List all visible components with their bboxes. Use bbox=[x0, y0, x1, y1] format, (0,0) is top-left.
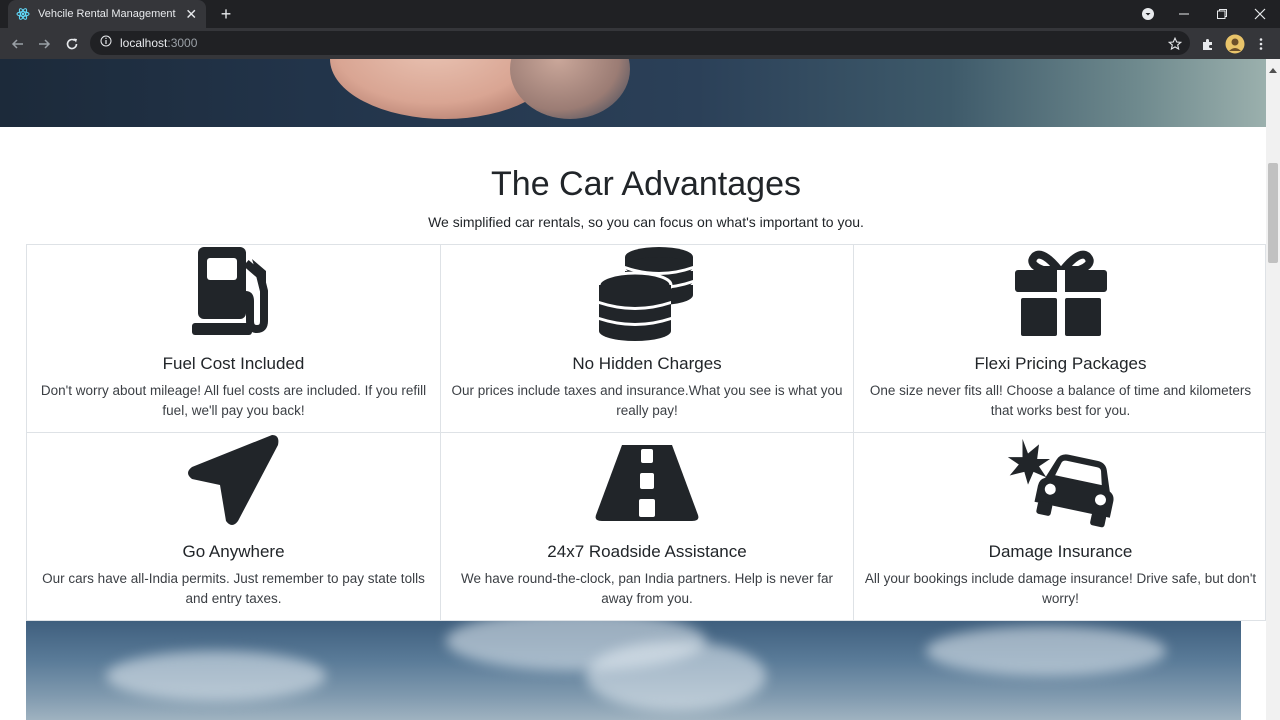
feature-title: Damage Insurance bbox=[988, 542, 1133, 561]
close-window-icon[interactable] bbox=[1250, 4, 1270, 24]
location-arrow-icon bbox=[179, 433, 289, 528]
cloud-shape bbox=[586, 641, 766, 711]
feature-title: Flexi Pricing Packages bbox=[974, 354, 1147, 373]
tab-title: Vehcile Rental Management System bbox=[38, 8, 179, 20]
feature-text: Don't worry about mileage! All fuel cost… bbox=[40, 383, 427, 418]
features-grid: Fuel Cost Included Don't worry about mil… bbox=[26, 244, 1267, 622]
road-icon bbox=[592, 433, 702, 528]
cloud-shape bbox=[106, 651, 326, 701]
feature-card-charges: No Hidden Charges Our prices include tax… bbox=[441, 245, 854, 433]
scrollbar-thumb[interactable] bbox=[1268, 163, 1278, 263]
avatar[interactable] bbox=[1225, 34, 1245, 54]
feature-title: No Hidden Charges bbox=[572, 354, 722, 373]
profile-dropdown-icon[interactable] bbox=[1138, 4, 1158, 24]
extensions-puzzle-icon[interactable] bbox=[1198, 34, 1218, 54]
feature-text: We have round-the-clock, pan India partn… bbox=[461, 571, 833, 606]
feature-title: Go Anywhere bbox=[182, 542, 285, 561]
sky-banner-image bbox=[26, 621, 1241, 720]
hero-image bbox=[0, 59, 1266, 127]
car-crash-icon bbox=[1006, 433, 1116, 528]
url-host: localhost bbox=[120, 36, 168, 50]
address-bar[interactable]: localhost:3000 bbox=[90, 31, 1190, 55]
gift-icon bbox=[1006, 245, 1116, 340]
forward-arrow-icon[interactable] bbox=[34, 34, 54, 54]
feature-card-anywhere: Go Anywhere Our cars have all-India perm… bbox=[27, 433, 441, 622]
back-arrow-icon[interactable] bbox=[8, 34, 28, 54]
feature-text: Our prices include taxes and insurance.W… bbox=[451, 383, 843, 418]
feature-card-insurance: Damage Insurance All your bookings inclu… bbox=[854, 433, 1267, 622]
feature-card-roadside: 24x7 Roadside Assistance We have round-t… bbox=[441, 433, 854, 622]
page-viewport: The Car Advantages We simplified car ren… bbox=[0, 59, 1280, 720]
close-tab-icon[interactable]: ✕ bbox=[185, 7, 198, 21]
feature-text: One size never fits all! Choose a balanc… bbox=[869, 383, 1252, 418]
feature-title: Fuel Cost Included bbox=[162, 354, 305, 373]
feature-card-fuel: Fuel Cost Included Don't worry about mil… bbox=[27, 245, 441, 433]
hero-hand-shadow bbox=[510, 59, 630, 119]
feature-text: Our cars have all-India permits. Just re… bbox=[42, 571, 425, 606]
feature-title: 24x7 Roadside Assistance bbox=[547, 542, 747, 561]
browser-tab-bar: Vehcile Rental Management System ✕ + bbox=[0, 0, 1280, 28]
bookmark-star-icon[interactable] bbox=[1165, 34, 1185, 54]
cloud-shape bbox=[926, 626, 1166, 676]
info-icon[interactable] bbox=[100, 34, 112, 52]
section-subtitle: We simplified car rentals, so you can fo… bbox=[428, 214, 864, 230]
url-port: :3000 bbox=[167, 36, 198, 50]
section-title: The Car Advantages bbox=[491, 165, 801, 203]
fuel-pump-icon bbox=[179, 245, 289, 340]
reload-icon[interactable] bbox=[62, 34, 82, 54]
restore-icon[interactable] bbox=[1212, 4, 1232, 24]
scroll-up-arrow-icon[interactable] bbox=[1269, 62, 1277, 73]
feature-text: All your bookings include damage insuran… bbox=[864, 571, 1257, 606]
menu-dots-icon[interactable] bbox=[1251, 34, 1271, 54]
feature-card-pricing: Flexi Pricing Packages One size never fi… bbox=[854, 245, 1267, 433]
minimize-icon[interactable] bbox=[1174, 4, 1194, 24]
react-icon bbox=[16, 7, 30, 21]
browser-toolbar: localhost:3000 bbox=[0, 28, 1280, 59]
browser-tab[interactable]: Vehcile Rental Management System ✕ bbox=[8, 0, 206, 28]
new-tab-button[interactable]: + bbox=[216, 4, 236, 24]
url-text: localhost:3000 bbox=[120, 36, 197, 50]
coins-icon bbox=[592, 245, 702, 341]
page-scrollbar[interactable] bbox=[1266, 59, 1280, 720]
